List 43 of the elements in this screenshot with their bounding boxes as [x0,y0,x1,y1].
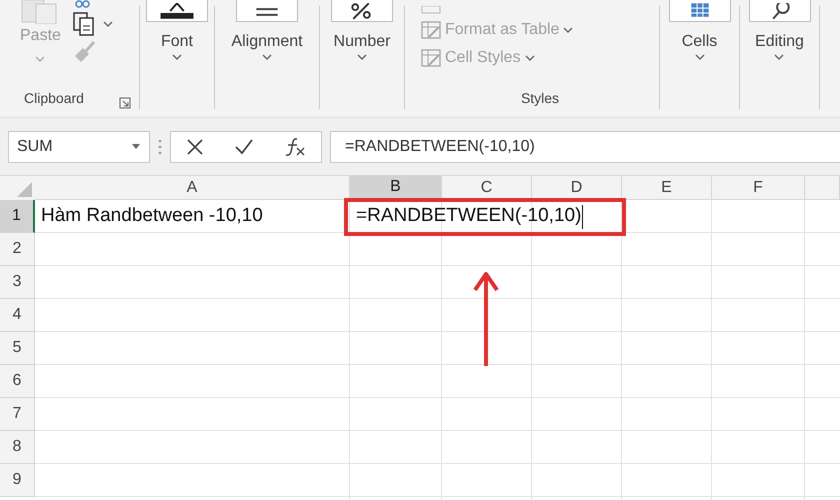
row-header[interactable]: 8 [0,431,35,464]
row-header[interactable]: 9 [0,464,35,497]
column-header[interactable]: B [350,176,442,200]
grip-icon [158,138,162,156]
row-header[interactable]: 2 [0,233,35,266]
chevron-down-icon[interactable] [172,54,182,61]
row-header[interactable]: 6 [0,365,35,398]
dropdown-arrow-icon[interactable] [131,144,141,150]
ribbon-dropdown-button[interactable]: Alignment [231,30,303,61]
check-icon[interactable] [234,138,254,156]
ribbon-dropdown-button[interactable]: Number [334,30,390,61]
row-header[interactable]: 4 [0,299,35,332]
row-header[interactable]: 3 [0,266,35,299]
name-box[interactable]: SUM [8,130,150,162]
group-label: Clipboard [24,89,84,108]
column-header[interactable]: F [712,176,805,200]
chevron-down-icon[interactable] [102,20,113,28]
chevron-down-icon[interactable] [524,54,535,62]
column-header[interactable]: C [442,176,532,200]
table-format-icon [421,49,441,67]
row-header[interactable]: 7 [0,398,35,431]
group-label: Styles [520,89,560,108]
editing-cell[interactable]: =RANDBETWEEN(-10,10) [350,200,622,233]
chevron-down-icon[interactable] [563,26,574,34]
ribbon-dropdown-button[interactable]: Font [160,30,193,61]
formula-field[interactable]: =RANDBETWEEN(-10,10) [330,130,840,162]
chevron-down-icon[interactable] [357,54,367,61]
close-icon[interactable] [186,138,204,156]
dialog-launcher-icon[interactable] [119,97,131,109]
row-header[interactable]: 5 [0,332,35,365]
function-icon[interactable] [284,136,306,156]
ribbon-dropdown-button[interactable]: Editing [755,30,804,61]
column-header[interactable]: E [622,176,712,200]
ribbon-dropdown-button[interactable]: Cells [682,30,718,61]
table-cell[interactable]: Hàm Randbetween -10,10 [35,200,350,233]
chevron-down-icon[interactable] [694,54,704,61]
copy-icon[interactable] [72,12,95,36]
column-header[interactable]: A [35,176,350,200]
column-header[interactable]: D [532,176,622,200]
row-header[interactable]: 1 [0,200,35,233]
chevron-down-icon[interactable] [262,54,272,61]
chevron-down-icon[interactable] [774,54,784,61]
table-format-icon [421,21,441,39]
